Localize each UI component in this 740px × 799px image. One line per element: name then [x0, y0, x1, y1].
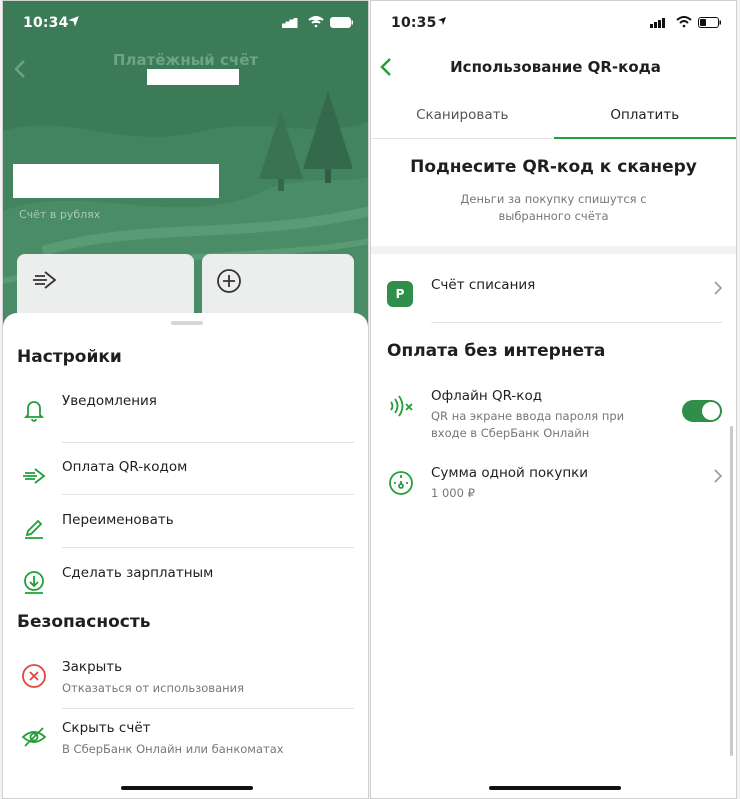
contactless-icon	[390, 395, 413, 417]
bell-icon	[23, 401, 45, 422]
location-arrow-icon	[69, 16, 79, 26]
ruble-badge-icon: Р	[387, 281, 413, 307]
security-heading: Безопасность	[17, 612, 151, 632]
purchase-limit-row[interactable]: Сумма одной покупки 1 000 ₽	[371, 465, 736, 513]
scrollbar[interactable]	[730, 426, 733, 756]
account-hero: 10:34 Платёжный счёт Счёт в рублях	[3, 1, 368, 331]
settings-item-make-salary[interactable]: Сделать зарплатным	[3, 565, 368, 601]
divider	[62, 442, 354, 443]
status-time: 10:35	[391, 15, 437, 31]
status-time: 10:34	[23, 15, 69, 31]
home-indicator	[121, 786, 253, 790]
purchase-limit-value: 1 000 ₽	[431, 486, 475, 500]
account-currency-label: Счёт в рублях	[19, 208, 101, 221]
tab-pay[interactable]: Оплатить	[554, 101, 737, 139]
divider	[62, 494, 354, 495]
tab-scan[interactable]: Сканировать	[371, 101, 554, 139]
redacted-block	[147, 69, 239, 85]
qr-pay-arrow-icon	[23, 468, 46, 484]
settings-heading: Настройки	[17, 347, 122, 367]
qr-instruction-subtitle: Деньги за покупку спишутся с выбранного …	[460, 192, 647, 223]
settings-item-notifications[interactable]: Уведомления	[3, 393, 368, 443]
security-item-close[interactable]: Закрыть Отказаться от использования	[3, 659, 368, 709]
security-item-hide[interactable]: Скрыть счёт В СберБанк Онлайн или банком…	[3, 720, 368, 770]
qr-instruction-title: Поднесите QR-код к сканеру	[410, 157, 697, 177]
eye-off-icon	[21, 727, 47, 747]
home-indicator	[489, 786, 621, 790]
wifi-icon	[308, 16, 324, 28]
sheet-grabber[interactable]	[171, 321, 203, 325]
settings-item-label: Уведомления	[62, 393, 157, 409]
right-screen: 10:35 Использование QR-кода Сканировать …	[370, 0, 737, 799]
offline-payment-heading: Оплата без интернета	[387, 341, 606, 361]
offline-qr-label: Офлайн QR-код	[431, 388, 543, 404]
status-bar: 10:34	[3, 1, 368, 43]
navigation-bar: Использование QR-кода	[371, 43, 736, 91]
page-title: Платёжный счёт	[112, 51, 259, 69]
security-item-label: Закрыть	[62, 659, 123, 675]
battery-icon	[330, 17, 353, 28]
purchase-limit-label: Сумма одной покупки	[431, 465, 589, 481]
offline-qr-toggle[interactable]	[682, 400, 722, 422]
settings-item-label: Сделать зарплатным	[62, 565, 214, 581]
active-tab-indicator	[553, 137, 736, 139]
security-item-label: Скрыть счёт	[62, 720, 151, 736]
cellular-signal-icon	[650, 18, 665, 28]
offline-qr-row: Офлайн QR-код QR на экране ввода пароля …	[371, 386, 736, 446]
chevron-right-icon	[714, 281, 722, 295]
section-separator	[371, 246, 736, 254]
status-bar: 10:35	[371, 1, 736, 43]
pencil-icon	[25, 519, 43, 539]
security-item-sub: Отказаться от использования	[62, 681, 245, 695]
speedometer-icon	[389, 471, 413, 495]
transfer-arrow-icon	[33, 271, 57, 289]
settings-item-rename[interactable]: Переименовать	[3, 512, 368, 548]
chevron-right-icon	[714, 469, 722, 483]
settings-item-label: Оплата QR-кодом	[62, 459, 188, 475]
wifi-icon	[676, 16, 692, 28]
location-arrow-icon	[438, 17, 446, 25]
download-circle-icon	[24, 571, 44, 594]
toggle-knob	[702, 402, 720, 420]
settings-sheet: Настройки Уведомления Оплата QR-кодом Пе…	[3, 313, 368, 798]
cellular-signal-icon	[282, 18, 298, 28]
debit-account-label: Счёт списания	[431, 277, 536, 293]
divider	[62, 708, 354, 709]
settings-item-qr-payment[interactable]: Оплата QR-кодом	[3, 459, 368, 495]
tab-bar: Сканировать Оплатить	[371, 101, 736, 139]
page-title: Использование QR-кода	[450, 58, 661, 76]
close-circle-icon	[22, 664, 46, 688]
plus-circle-icon	[217, 269, 241, 293]
divider	[62, 547, 354, 548]
debit-account-row[interactable]: Р Счёт списания	[371, 271, 736, 323]
redacted-balance	[13, 164, 219, 198]
battery-icon	[698, 17, 721, 28]
divider	[431, 322, 722, 323]
security-item-sub: В СберБанк Онлайн или банкоматах	[62, 742, 284, 756]
settings-item-label: Переименовать	[62, 512, 174, 528]
offline-qr-description: QR на экране ввода пароля при входе в Сб…	[431, 409, 625, 440]
left-screen: 10:34 Платёжный счёт Счёт в рублях Настр…	[2, 0, 369, 799]
